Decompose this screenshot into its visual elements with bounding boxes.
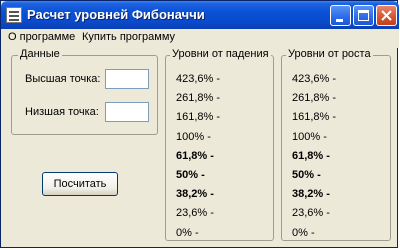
app-window-icon[interactable] [6, 7, 22, 23]
data-groupbox: Данные Высшая точка: Низшая точка: [11, 48, 158, 135]
menu-item-buy[interactable]: Купить программу [82, 31, 175, 43]
maximize-button[interactable] [353, 5, 374, 26]
falling-levels-groupbox: Уровни от падения 423,6% - 261,8% - 161,… [165, 48, 274, 243]
calculate-button[interactable]: Посчитать [42, 172, 118, 196]
rising-level-item: 50% - [292, 168, 321, 181]
minimize-button[interactable] [330, 5, 351, 26]
falling-level-item: 100% - [176, 130, 211, 143]
close-button[interactable] [376, 5, 397, 26]
low-point-label: Низшая точка: [25, 106, 99, 118]
falling-level-item: 38,2% - [176, 188, 214, 201]
rising-level-item: 423,6% - [292, 73, 337, 85]
menu-bar: О программе Купить программу [1, 29, 399, 48]
window-title: Расчет уровней Фибоначчи [27, 7, 205, 22]
falling-level-item: 423,6% - [176, 73, 221, 85]
maximize-icon [358, 10, 369, 21]
menu-item-about[interactable]: О программе [8, 31, 75, 43]
minimize-icon [336, 19, 343, 22]
falling-level-item: 0% - [176, 226, 199, 239]
low-point-input[interactable] [105, 102, 149, 122]
title-bar[interactable]: Расчет уровней Фибоначчи [1, 1, 399, 29]
falling-level-item: 161,8% - [176, 111, 221, 124]
high-point-label: Высшая точка: [25, 73, 101, 85]
rising-level-item: 23,6% - [292, 207, 330, 220]
rising-level-item: 161,8% - [292, 111, 337, 124]
falling-levels-title: Уровни от падения [170, 48, 271, 60]
rising-level-item: 38,2% - [292, 188, 330, 201]
rising-levels-groupbox: Уровни от роста 423,6% - 261,8% - 161,8%… [281, 48, 391, 243]
client-area: Данные Высшая точка: Низшая точка: Посчи… [4, 48, 396, 246]
rising-levels-title: Уровни от роста [286, 48, 373, 60]
falling-level-item: 23,6% - [176, 207, 214, 220]
rising-level-item: 0% - [292, 226, 315, 239]
rising-level-item: 261,8% - [292, 92, 337, 105]
falling-level-item: 61,8% - [176, 149, 214, 162]
app-window: Расчет уровней Фибоначчи О программе Куп… [0, 0, 399, 248]
high-point-input[interactable] [105, 69, 149, 89]
data-group-title: Данные [18, 48, 62, 60]
falling-level-item: 261,8% - [176, 92, 221, 105]
rising-level-item: 100% - [292, 130, 327, 143]
rising-level-item: 61,8% - [292, 149, 330, 162]
rising-levels-list: 423,6% - 261,8% - 161,8% - 100% - 61,8% … [292, 70, 336, 243]
falling-levels-list: 423,6% - 261,8% - 161,8% - 100% - 61,8% … [176, 70, 220, 243]
close-icon [381, 10, 392, 21]
falling-level-item: 50% - [176, 168, 205, 181]
